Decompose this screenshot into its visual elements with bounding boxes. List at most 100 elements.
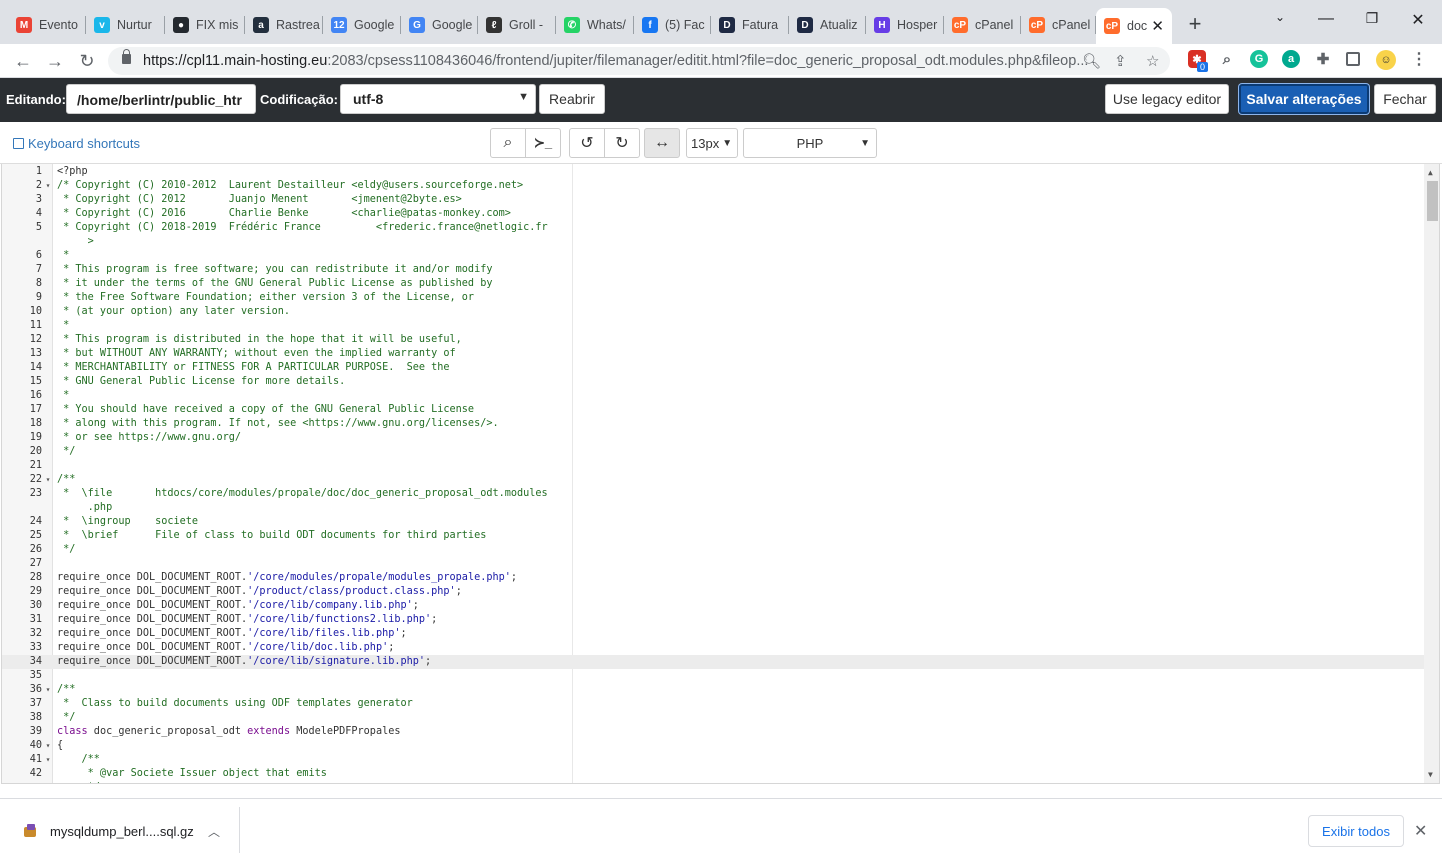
code-line[interactable]: 23 * \file htdocs/core/modules/propale/d… [2,487,1424,501]
fold-toggle-icon[interactable]: ▾ [43,179,53,193]
font-size-select[interactable]: 13px ▼ [686,128,738,158]
scrollbar-thumb[interactable] [1427,181,1438,221]
code-line[interactable]: 16 * [2,389,1424,403]
scroll-up-icon[interactable]: ▲ [1428,168,1433,177]
code-line[interactable]: 10 * (at your option) any later version. [2,305,1424,319]
code-line[interactable]: 25 * \brief File of class to build ODT d… [2,529,1424,543]
extensions-puzzle-icon[interactable]: ✚ [1314,50,1332,68]
bookmark-star-icon[interactable]: ☆ [1146,52,1159,70]
minimize-icon[interactable]: — [1311,10,1341,28]
browser-tab[interactable]: ✆ Whats/ [556,10,634,40]
share-icon[interactable]: ⇪ [1114,52,1127,70]
code-line[interactable]: 32 require_once DOL_DOCUMENT_ROOT.'/core/… [2,627,1424,641]
redo-icon[interactable]: ↻ [604,128,640,158]
fold-toggle-icon[interactable]: ▾ [43,739,53,753]
tab-close-icon[interactable]: ✕ [1151,17,1164,35]
code-line[interactable]: 6 * [2,249,1424,263]
chevron-up-icon[interactable]: ︿ [208,823,220,840]
code-line[interactable]: 4 * Copyright (C) 2016 Charlie Benke <ch… [2,207,1424,221]
mode-select[interactable]: PHP ▼ [743,128,877,158]
download-item[interactable]: mysqldump_berl....sql.gz [22,823,194,839]
fold-toggle-icon[interactable]: ▾ [43,753,53,767]
code-line[interactable]: 34 require_once DOL_DOCUMENT_ROOT.'/core/… [2,655,1424,669]
code-line[interactable]: 41 ▾ /** [2,753,1424,767]
goto-line-icon[interactable]: ≻_ [525,128,561,158]
side-panel-icon[interactable] [1346,52,1360,66]
code-line[interactable]: 5 * Copyright (C) 2018-2019 Frédéric Fra… [2,221,1424,235]
grammarly-icon[interactable]: G [1250,50,1268,68]
profile-avatar[interactable]: ☺ [1376,50,1396,70]
code-line[interactable]: 17 * You should have received a copy of … [2,403,1424,417]
code-line[interactable]: */ [2,781,1424,783]
browser-tab[interactable]: 12 Google [323,10,401,40]
code-line[interactable]: 21 [2,459,1424,473]
browser-tab[interactable]: a Rastrea [245,10,323,40]
fold-toggle-icon[interactable]: ▾ [43,473,53,487]
code-line[interactable]: 18 * along with this program. If not, se… [2,417,1424,431]
word-wrap-toggle-icon[interactable]: ↔ [644,128,680,158]
zoom-icon[interactable]: 🔍︎ [1082,52,1101,70]
code-line[interactable]: 26 */ [2,543,1424,557]
code-line[interactable]: 7 * This program is free software; you c… [2,263,1424,277]
scroll-down-icon[interactable]: ▼ [1428,770,1433,779]
code-line[interactable]: 13 * but WITHOUT ANY WARRANTY; without e… [2,347,1424,361]
code-line[interactable]: 12 * This program is distributed in the … [2,333,1424,347]
code-line[interactable]: 39 class doc_generic_proposal_odt extends… [2,725,1424,739]
encoding-select[interactable]: utf-8 ▼ [340,84,536,114]
code-line[interactable]: 15 * GNU General Public License for more… [2,375,1424,389]
address-bar[interactable]: https://cpl11.main-hosting.eu:2083/cpses… [108,47,1170,75]
window-close-icon[interactable]: ✕ [1403,10,1433,30]
code-line[interactable]: > [2,235,1424,249]
browser-tab[interactable]: D Atualiz [789,10,866,40]
restore-icon[interactable]: ❐ [1357,10,1387,27]
reopen-button[interactable]: Reabrir [539,84,605,114]
code-line[interactable]: 11 * [2,319,1424,333]
browser-tab[interactable]: H Hosper [866,10,944,40]
browser-tab[interactable]: cP doc ✕ [1096,8,1172,44]
reload-icon[interactable]: ↻ [76,50,98,72]
code-line[interactable]: 37 * Class to build documents using ODF … [2,697,1424,711]
code-line[interactable]: 22 ▾ /** [2,473,1424,487]
code-line[interactable]: 9 * the Free Software Foundation; either… [2,291,1424,305]
code-line[interactable]: 33 require_once DOL_DOCUMENT_ROOT.'/core/… [2,641,1424,655]
code-line[interactable]: 40 ▾ { [2,739,1424,753]
file-path-input[interactable]: /home/berlintr/public_htr [66,84,256,114]
browser-tab[interactable]: G Google [401,10,478,40]
browser-tab[interactable]: cP cPanel [1021,10,1096,40]
browser-tab[interactable]: M Evento [8,10,86,40]
code-line[interactable]: 24 * \ingroup societe [2,515,1424,529]
browser-tab[interactable]: D Fatura [711,10,789,40]
browser-tab[interactable]: cP cPanel [944,10,1021,40]
code-line[interactable]: .php [2,501,1424,515]
fold-toggle-icon[interactable]: ▾ [43,683,53,697]
code-line[interactable]: 30 require_once DOL_DOCUMENT_ROOT.'/core/… [2,599,1424,613]
a-extension-icon[interactable]: a [1282,50,1300,68]
code-line[interactable]: 38 */ [2,711,1424,725]
legacy-editor-button[interactable]: Use legacy editor [1105,84,1229,114]
search-icon[interactable]: ⌕ [490,128,526,158]
show-all-downloads-button[interactable]: Exibir todos [1308,815,1404,847]
close-button[interactable]: Fechar [1374,84,1436,114]
search-extension-icon[interactable]: ⌕ [1218,50,1236,68]
new-tab-button[interactable]: + [1183,12,1207,36]
code-line[interactable]: 28 require_once DOL_DOCUMENT_ROOT.'/core/… [2,571,1424,585]
undo-icon[interactable]: ↺ [569,128,605,158]
code-line[interactable]: 35 [2,669,1424,683]
tab-search-icon[interactable]: ⌄ [1265,10,1295,24]
code-line[interactable]: 29 require_once DOL_DOCUMENT_ROOT.'/produ… [2,585,1424,599]
close-shelf-icon[interactable]: ✕ [1414,821,1427,841]
browser-tab[interactable]: ● FIX mis [165,10,245,40]
code-line[interactable]: 8 * it under the terms of the GNU Genera… [2,277,1424,291]
code-editor[interactable]: 1 <?php 2 ▾/* Copyright (C) 2010-2012 Laure… [1,164,1440,784]
code-line[interactable]: 31 require_once DOL_DOCUMENT_ROOT.'/core/… [2,613,1424,627]
code-line[interactable]: 27 [2,557,1424,571]
forward-icon[interactable]: → [44,50,66,72]
keyboard-shortcuts-link[interactable]: Keyboard shortcuts [13,136,140,151]
code-line[interactable]: 2 ▾ /* Copyright (C) 2010-2012 Laurent Des… [2,179,1424,193]
code-line[interactable]: 20 */ [2,445,1424,459]
code-line[interactable]: 1 <?php [2,165,1424,179]
editor-scrollbar[interactable]: ▲ ▼ [1424,164,1439,783]
code-line[interactable]: 3 * Copyright (C) 2012 Juanjo Menent <jm… [2,193,1424,207]
save-changes-button[interactable]: Salvar alterações [1239,84,1369,114]
browser-tab[interactable]: f (5) Fac [634,10,711,40]
